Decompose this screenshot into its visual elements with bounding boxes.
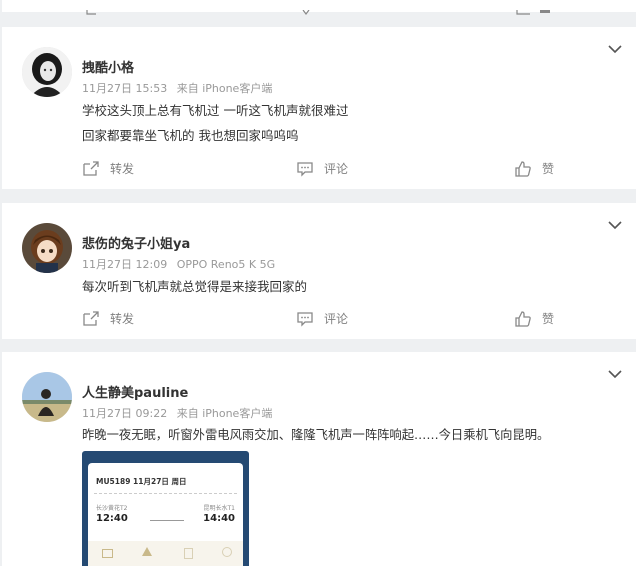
forward-icon	[83, 310, 99, 326]
flight-info: MU5189 11月27日 周日	[96, 477, 187, 486]
flight-arrow	[150, 520, 184, 521]
post-text-line: 昨晚一夜无眠，听窗外雷电风雨交加、隆隆飞机声一阵阵响起……今日乘机飞向昆明。	[82, 428, 550, 442]
warning-icon	[142, 547, 152, 556]
post-source: 来自 iPhone客户端	[176, 82, 273, 95]
divider	[94, 493, 237, 494]
comment-icon	[297, 311, 313, 327]
comment-label: 评论	[324, 162, 349, 176]
post-time[interactable]: 11月27日 12:09	[82, 258, 167, 271]
chevron-down-icon[interactable]	[608, 220, 622, 230]
post-meta: 11月27日 09:22 来自 iPhone客户端	[82, 405, 278, 421]
arrival-time: 14:40	[203, 513, 235, 524]
like-label: 赞	[542, 312, 555, 326]
comment-button[interactable]: 评论	[296, 160, 348, 177]
chevron-down-icon[interactable]	[608, 44, 622, 54]
like-button[interactable]: 赞	[514, 160, 554, 177]
post-card: 人生静美pauline 11月27日 09:22 来自 iPhone客户端 昨晚…	[2, 352, 636, 566]
post-meta: 11月27日 12:09 OPPO Reno5 K 5G	[82, 256, 281, 272]
ticket-icon	[102, 549, 113, 558]
post-time[interactable]: 11月27日 09:22	[82, 407, 167, 420]
post-actions: 转发 评论 赞	[82, 310, 636, 330]
departure-airport: 长沙黄花T2	[96, 505, 128, 512]
luggage-icon	[184, 548, 193, 559]
comment-icon[interactable]	[300, 0, 316, 19]
avatar[interactable]	[22, 223, 72, 273]
avatar[interactable]	[22, 372, 72, 422]
forward-label: 转发	[110, 312, 135, 326]
post-card: 悲伤的兔子小姐ya 11月27日 12:09 OPPO Reno5 K 5G 每…	[2, 203, 636, 339]
avatar[interactable]	[22, 47, 72, 97]
previous-post-actions	[2, 0, 636, 15]
info-icon	[222, 547, 232, 557]
comment-icon	[297, 161, 313, 177]
post-source: OPPO Reno5 K 5G	[176, 258, 276, 271]
like-icon[interactable]	[516, 0, 552, 19]
thumbs-up-icon	[515, 310, 531, 327]
forward-icon[interactable]	[86, 0, 102, 19]
ticket-footer	[88, 541, 243, 566]
thumbs-up-icon	[515, 160, 531, 177]
post-meta: 11月27日 15:53 来自 iPhone客户端	[82, 80, 278, 96]
chevron-down-icon[interactable]	[608, 369, 622, 379]
post-text-line: 每次听到飞机声就总觉得是来接我回家的	[82, 279, 308, 294]
username[interactable]: 悲伤的兔子小姐ya	[82, 233, 190, 252]
arrival-airport: 昆明长水T1	[203, 505, 235, 512]
forward-label: 转发	[110, 162, 135, 176]
forward-button[interactable]: 转发	[82, 160, 134, 177]
comment-label: 评论	[324, 312, 349, 326]
flight-ticket: MU5189 11月27日 周日 长沙黄花T2 12:40 昆明长水T1 14:…	[88, 463, 243, 566]
forward-button[interactable]: 转发	[82, 310, 134, 327]
post-image[interactable]: MU5189 11月27日 周日 长沙黄花T2 12:40 昆明长水T1 14:…	[82, 451, 249, 566]
post-card: 拽酷小格 11月27日 15:53 来自 iPhone客户端 学校这头顶上总有飞…	[2, 27, 636, 189]
post-time[interactable]: 11月27日 15:53	[82, 82, 167, 95]
forward-icon	[83, 160, 99, 176]
post-text-line: 学校这头顶上总有飞机过 一听这飞机声就很难过	[82, 103, 349, 118]
username[interactable]: 拽酷小格	[82, 57, 134, 76]
like-button[interactable]: 赞	[514, 310, 554, 327]
post-source: 来自 iPhone客户端	[176, 407, 273, 420]
username[interactable]: 人生静美pauline	[82, 382, 188, 401]
comment-button[interactable]: 评论	[296, 310, 348, 327]
departure-time: 12:40	[96, 513, 128, 524]
post-actions: 转发 评论 赞	[82, 160, 636, 180]
post-text-line: 回家都要靠坐飞机的 我也想回家呜呜呜	[82, 128, 299, 143]
like-label: 赞	[542, 162, 555, 176]
